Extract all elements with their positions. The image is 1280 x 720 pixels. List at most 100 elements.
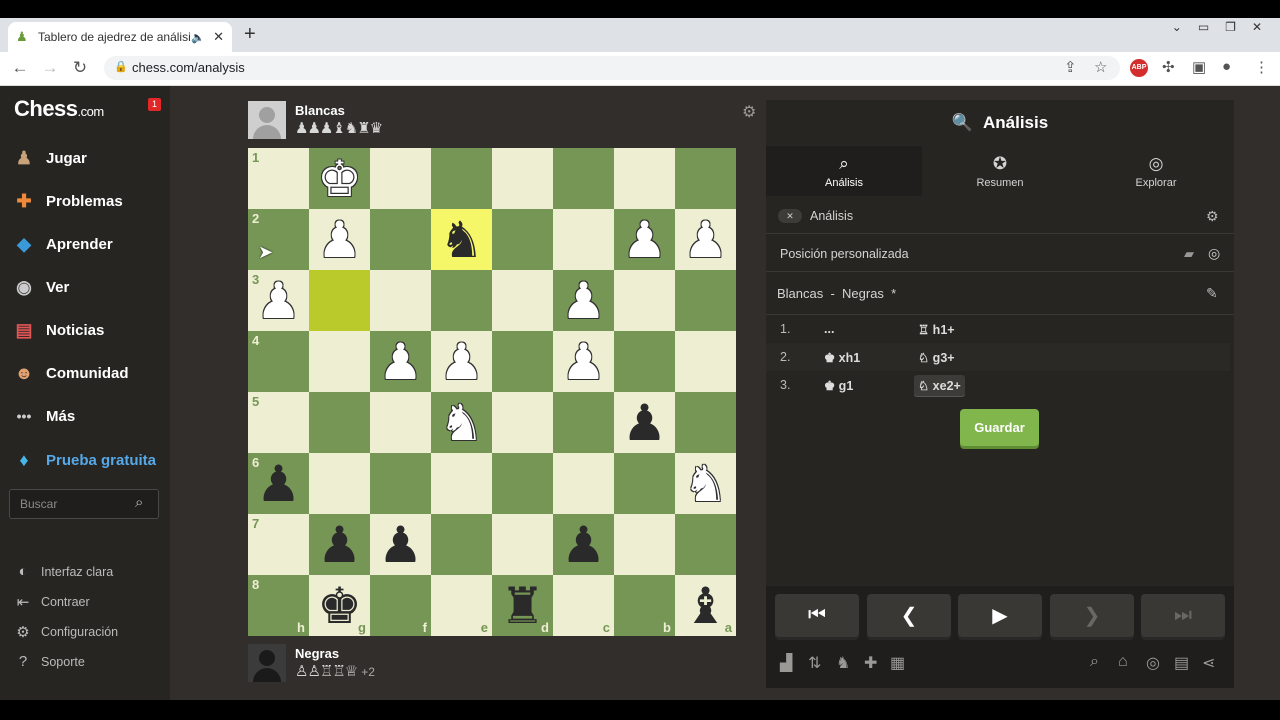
new-tab-button[interactable]: + [244,24,262,44]
board-square[interactable]: ♟ [431,331,492,392]
search-icon[interactable]: ⌕ [135,494,143,511]
board-square[interactable] [309,453,370,514]
nav-mas[interactable]: ••• Más [10,401,76,431]
board-square[interactable]: d ♜ [492,575,553,636]
profile-avatar[interactable]: ● [1222,58,1231,75]
board-square[interactable] [309,392,370,453]
book-icon[interactable]: ▰ [1184,246,1194,262]
black-move[interactable]: ♘ g3+ [914,347,959,368]
board-square[interactable] [309,331,370,392]
board-square[interactable]: ♟ [309,209,370,270]
puzzle-extension-icon[interactable]: ✣ [1162,58,1175,76]
first-move-button[interactable]: ⏮ [775,594,859,637]
board-square[interactable]: f [370,575,431,636]
footer-contraer[interactable]: ⇤ Contraer [13,593,90,611]
white-move[interactable]: ♚ xh1 [824,350,860,365]
zoom-icon[interactable]: ⌕ [1090,653,1099,671]
bookmark-star-icon[interactable]: ☆ [1094,58,1107,76]
previous-move-button[interactable]: ❮ [867,594,951,637]
share-icon[interactable]: ⇪ [1064,58,1077,76]
board-square[interactable]: ♟ [370,514,431,575]
black-pawn-piece[interactable]: ♟ [378,520,423,570]
play-button[interactable]: ▶ [958,594,1042,637]
nav-comunidad[interactable]: ☻ Comunidad [10,358,129,388]
tab-resumen[interactable]: ✪ Resumen [922,146,1078,196]
footer-soporte[interactable]: ? Soporte [13,653,85,670]
board-square[interactable] [431,453,492,514]
black-pawn-piece[interactable]: ♟ [256,459,301,509]
adblock-icon[interactable]: ABP [1130,59,1148,77]
board-add-icon[interactable]: ▦ [890,653,905,673]
black-bishop-piece[interactable]: ♝ [683,581,728,631]
chevron-down-icon[interactable]: ⌄ [1172,20,1182,34]
board-square[interactable] [614,270,675,331]
board-square[interactable]: 1 [248,148,309,209]
chess-logo[interactable]: Chess.com [14,96,104,122]
board-square[interactable] [614,453,675,514]
board-square[interactable] [553,209,614,270]
engine-toggle[interactable]: ✕ [778,209,802,223]
board-square[interactable]: g ♚ [309,575,370,636]
board-square[interactable]: ♟ [614,209,675,270]
board-square[interactable] [492,392,553,453]
white-pawn-piece[interactable]: ♟ [561,337,606,387]
nav-prueba-gratuita[interactable]: ♦ Prueba gratuita [10,445,156,475]
board-square[interactable] [614,331,675,392]
nav-aprender[interactable]: ◆ Aprender [10,229,113,259]
black-knight-piece[interactable]: ♞ [439,215,484,265]
black-pawn-piece[interactable]: ♟ [622,398,667,448]
board-square[interactable] [553,453,614,514]
white-pawn-piece[interactable]: ♟ [561,276,606,326]
close-tab-icon[interactable]: ✕ [213,29,224,45]
white-pawn-piece[interactable]: ♟ [439,337,484,387]
white-pawn-piece[interactable]: ♟ [317,215,362,265]
minimize-icon[interactable]: ▭ [1198,20,1209,34]
share-icon[interactable]: ⋖ [1202,653,1215,673]
chess-board[interactable]: 1 ♚ 2 ♟ ♞ ♟ ♟ 3 ♟ ♟ 4 ♟ ♟ ♟ 5 ♞ ♟ 6 ♟ ♞ 7 ♟ ♟ ♟ 8 h g ♚ f e d ♜ c b a ♝ [248,148,736,636]
close-window-icon[interactable]: ✕ [1252,20,1262,34]
restore-icon[interactable]: ❐ [1225,20,1236,34]
board-square[interactable]: ♟ [675,209,736,270]
save-button[interactable]: Guardar [960,409,1039,446]
board-square[interactable]: b [614,575,675,636]
board-square[interactable]: 6 ♟ [248,453,309,514]
last-move-button[interactable]: ⏭ [1141,594,1225,637]
board-square[interactable]: ♟ [614,392,675,453]
board-square[interactable] [492,209,553,270]
white-move[interactable]: ♚ g1 [824,378,853,393]
notification-badge[interactable]: 1 [148,98,161,111]
back-arrow-icon[interactable]: ← [10,58,30,78]
url-field[interactable]: chess.com/analysis [104,56,1120,80]
board-square[interactable]: ♟ [553,514,614,575]
board-square[interactable]: 7 [248,514,309,575]
board-square[interactable] [431,148,492,209]
board-square[interactable]: ♟ [370,331,431,392]
board-square[interactable]: ♞ [431,392,492,453]
board-square[interactable] [675,331,736,392]
tab-analisis[interactable]: ⌕ Análisis [766,146,922,196]
browser-tab[interactable]: ♟ Tablero de ajedrez de análisis 🔈 ✕ [8,22,232,52]
board-square[interactable]: ♞ [675,453,736,514]
board-square[interactable] [675,148,736,209]
black-pawn-piece[interactable]: ♟ [561,520,606,570]
side-panel-icon[interactable]: ▣ [1192,58,1206,76]
board-settings-gear-icon[interactable]: ⚙ [742,102,756,122]
board-square[interactable]: 3 ♟ [248,270,309,331]
engine-settings-gear-icon[interactable]: ⚙ [1206,208,1219,225]
nav-ver[interactable]: ◉ Ver [10,272,69,302]
board-square[interactable] [370,453,431,514]
board-square[interactable] [492,514,553,575]
board-square[interactable] [370,148,431,209]
board-square[interactable] [370,209,431,270]
chart-icon[interactable]: ▟ [780,653,792,673]
board-square[interactable] [553,392,614,453]
board-square[interactable]: ♟ [553,331,614,392]
nav-problemas[interactable]: ✚ Problemas [10,186,122,216]
board-square[interactable] [431,514,492,575]
board-square[interactable]: 5 [248,392,309,453]
board-square[interactable] [492,453,553,514]
board-square[interactable] [614,148,675,209]
board-square[interactable]: a ♝ [675,575,736,636]
board-square[interactable] [675,392,736,453]
edit-icon[interactable]: ✎ [1206,285,1218,302]
